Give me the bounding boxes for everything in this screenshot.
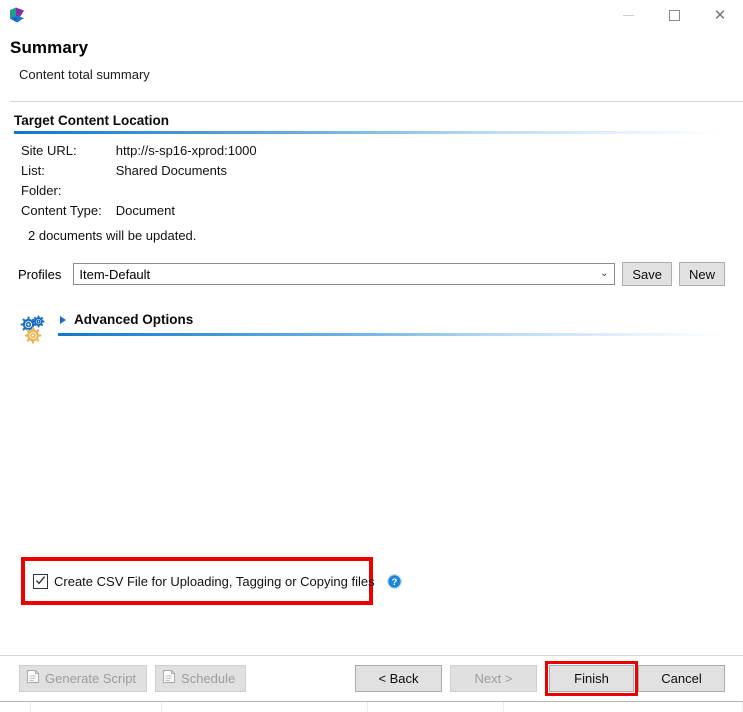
footer-right-buttons: < Back Next > Finish Cancel <box>355 660 725 696</box>
save-profile-button[interactable]: Save <box>622 262 672 286</box>
status-cell <box>0 702 31 712</box>
title-bar: ✕ <box>0 0 743 38</box>
target-content-location-section: Target Content Location Site URL: http:/… <box>0 102 743 243</box>
profiles-label: Profiles <box>18 266 62 282</box>
minimize-button[interactable] <box>605 0 651 31</box>
help-circle-icon[interactable]: ? <box>386 573 403 590</box>
profiles-selected-value: Item-Default <box>79 266 151 282</box>
chevron-down-icon: ⌄ <box>600 268 609 279</box>
generate-script-button[interactable]: Generate Script <box>19 664 148 692</box>
site-url-label: Site URL: <box>21 143 77 158</box>
close-button[interactable]: ✕ <box>697 0 743 31</box>
footer-bar: Generate Script Schedule < Back Next > F… <box>0 656 743 700</box>
minimize-icon <box>622 15 634 16</box>
content-type-label: Content Type: <box>21 203 102 218</box>
checkmark-icon <box>36 575 46 584</box>
documents-update-note: 2 documents will be updated. <box>28 228 197 243</box>
advanced-options-label: Advanced Options <box>74 312 194 327</box>
schedule-button[interactable]: Schedule <box>155 664 247 692</box>
app-cube-logo-icon <box>6 5 28 27</box>
table-row: List: Shared Documents <box>21 163 257 183</box>
create-csv-label: Create CSV File for Uploading, Tagging o… <box>54 573 375 589</box>
section-title: Target Content Location <box>14 113 169 128</box>
advanced-options-section: Advanced Options <box>0 312 743 346</box>
list-value: Shared Documents <box>115 163 227 178</box>
finish-button-highlight: Finish <box>545 660 638 696</box>
table-row: Folder: <box>21 183 257 203</box>
status-cell <box>162 702 368 712</box>
section-underline <box>14 131 743 134</box>
folder-value <box>116 183 257 203</box>
advanced-options-toggle[interactable]: Advanced Options <box>58 312 743 330</box>
status-cell <box>504 702 743 712</box>
script-icon <box>162 669 176 687</box>
window-controls: ✕ <box>605 0 743 31</box>
status-bar <box>0 701 743 712</box>
script-icon <box>26 669 40 687</box>
next-button[interactable]: Next > <box>450 664 537 692</box>
maximize-icon <box>668 10 680 21</box>
page-subtitle: Content total summary <box>19 67 150 82</box>
gears-icon <box>18 314 50 346</box>
advanced-options-body: Advanced Options <box>58 312 743 336</box>
create-csv-checkbox[interactable] <box>33 573 48 589</box>
target-info-table: Site URL: http://s-sp16-xprod:1000 List:… <box>21 143 257 223</box>
table-row: Site URL: http://s-sp16-xprod:1000 <box>21 143 257 163</box>
list-label: List: <box>21 163 45 178</box>
finish-button[interactable]: Finish <box>549 664 634 692</box>
maximize-button[interactable] <box>651 0 697 31</box>
site-url-value: http://s-sp16-xprod:1000 <box>115 143 257 158</box>
back-button[interactable]: < Back <box>355 664 442 692</box>
schedule-label: Schedule <box>181 670 236 686</box>
status-cell <box>31 702 162 712</box>
folder-label: Folder: <box>21 183 62 198</box>
close-icon: ✕ <box>713 6 727 24</box>
profiles-row: Profiles Item-Default ⌄ Save New <box>18 262 743 286</box>
profiles-select[interactable]: Item-Default ⌄ <box>73 263 616 285</box>
footer-left-buttons: Generate Script Schedule <box>19 664 247 692</box>
new-profile-button[interactable]: New <box>678 262 725 286</box>
csv-option-row[interactable]: Create CSV File for Uploading, Tagging o… <box>25 561 402 601</box>
cancel-button[interactable]: Cancel <box>638 664 725 692</box>
generate-script-label: Generate Script <box>45 670 137 686</box>
svg-text:?: ? <box>391 577 397 588</box>
page-header: Summary Content total summary <box>0 38 743 102</box>
csv-option-highlight: Create CSV File for Uploading, Tagging o… <box>21 557 402 605</box>
chevron-right-icon <box>60 315 66 324</box>
page-title: Summary <box>10 38 89 57</box>
content-type-value: Document <box>115 203 175 218</box>
table-row: Content Type: Document <box>21 203 257 223</box>
advanced-options-underline <box>58 333 743 336</box>
status-cell <box>368 702 504 712</box>
